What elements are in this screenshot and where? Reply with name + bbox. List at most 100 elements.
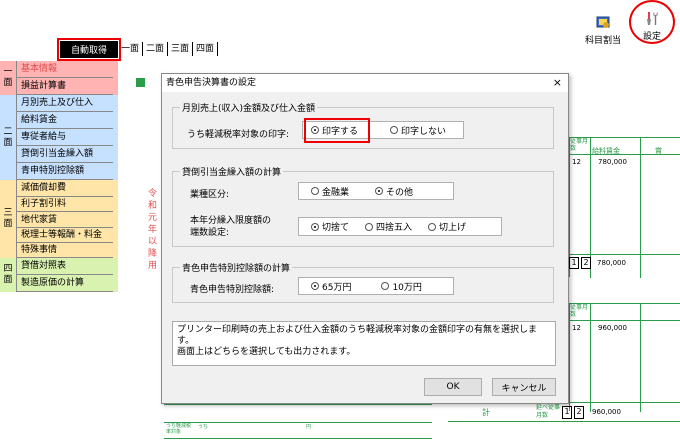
settings-dialog: 青色申告決算書の設定 × 月別売上(収入)金額及び仕入金額 うち軽減税率対象の印… xyxy=(161,73,569,404)
round-up-label: 切上げ xyxy=(439,223,467,233)
form-row4-box2: 2 xyxy=(574,406,584,419)
blue-deduction-options: 65万円 10万円 xyxy=(298,277,454,295)
nav-item-depreciation[interactable]: 減価償却費 xyxy=(17,180,113,197)
form-col-rule-4 xyxy=(640,304,641,412)
cancel-button[interactable]: キャンセル xyxy=(492,378,556,396)
form-row1-months: 12 xyxy=(572,158,581,166)
nav-group-3: 三面 減価償却費 利子割引料 地代家賃 税理士等報酬・料金 特殊事情 xyxy=(0,180,118,258)
round-half-label: 四捨五入 xyxy=(376,223,413,233)
deduction-65-radio[interactable]: 65万円 xyxy=(311,280,351,293)
nav-group-4-number: 四面 xyxy=(0,258,17,292)
form-header-rule-2 xyxy=(570,320,680,321)
round-up-radio-indicator xyxy=(428,222,437,231)
tab-page-2[interactable]: 二面 xyxy=(143,42,169,56)
form-bottom-label: うち xyxy=(198,424,209,430)
print-on-highlight xyxy=(304,118,370,143)
blue-deduction-label: 青色申告特別控除額: xyxy=(190,285,275,295)
form-row2-amount: 780,000 xyxy=(597,259,626,267)
form-right-table-2: 従事月数 12 960,000 xyxy=(569,303,680,412)
form-side-text: 令和元年以降用 xyxy=(148,189,158,271)
nav-item-salary[interactable]: 給料賃金 xyxy=(17,112,113,129)
group-bad-debt-label: 貸倒引当金繰入額の計算 xyxy=(180,165,284,178)
industry-type-label: 業種区分: xyxy=(190,190,230,200)
tab-page-3[interactable]: 三面 xyxy=(168,42,194,56)
form-total-label: 計 xyxy=(482,408,490,417)
group-monthly-sales-label: 月別売上(収入)金額及び仕入金額 xyxy=(180,101,318,114)
nav-group-2: 二面 月別売上及び仕入 給料賃金 専従者給与 貸倒引当金繰入額 青申特別控除額 xyxy=(0,95,118,180)
deduction-65-radio-indicator xyxy=(311,282,319,290)
form-right-total-1: 1 2 780,000 xyxy=(565,254,680,271)
subject-assign-label: 科目割当 xyxy=(584,36,621,46)
form-header-rule xyxy=(570,154,680,155)
form-bottom-rule-3 xyxy=(164,438,432,439)
form-row3-amount: 960,000 xyxy=(598,324,627,332)
industry-type-options: 金融業 その他 xyxy=(298,182,454,200)
close-icon[interactable]: × xyxy=(553,74,562,92)
nav-item-blue-deduction[interactable]: 青申特別控除額 xyxy=(17,163,113,180)
form-row2-box2: 2 xyxy=(581,257,591,269)
nav-item-balance-sheet[interactable]: 貸借対照表 xyxy=(17,258,113,275)
form-total-months-label: 延べ従事月数 xyxy=(536,404,561,419)
nav-item-rent[interactable]: 地代家賃 xyxy=(17,212,113,228)
nav-item-basic-info[interactable]: 基本情報 xyxy=(17,61,113,78)
deduction-10-label: 10万円 xyxy=(392,282,422,293)
rounding-label-line2: 端数設定: xyxy=(190,228,230,238)
settings-button[interactable]: 設定 xyxy=(629,0,675,44)
page-tabs: 一面 二面 三面 四面 xyxy=(118,42,219,56)
form-marker xyxy=(136,78,145,87)
nav-group-4: 四面 貸借対照表 製造原価の計算 xyxy=(0,258,118,292)
print-off-radio[interactable]: 印字しない xyxy=(390,124,446,137)
print-off-radio-indicator xyxy=(390,126,399,134)
form-right-total-2: 計 延べ従事月数 1 2 960,000 xyxy=(448,402,680,422)
round-down-radio[interactable]: 切捨て xyxy=(311,220,349,233)
tab-page-1[interactable]: 一面 xyxy=(118,42,144,56)
print-off-label: 印字しない xyxy=(401,126,447,137)
rounding-options: 切捨て 四捨五入 切上げ xyxy=(298,217,502,236)
nav-item-interest[interactable]: 利子割引料 xyxy=(17,196,113,212)
form-row1-amount: 780,000 xyxy=(598,158,627,166)
nav-item-income-statement[interactable]: 損益計算書 xyxy=(17,78,113,95)
round-half-radio-indicator xyxy=(365,222,374,231)
nav-group-3-number: 三面 xyxy=(0,180,17,258)
form-col-rule-3 xyxy=(590,304,591,412)
description-line-1: プリンター印刷時の売上および仕入金額のうち軽減税率対象の金額印字の有無を選択しま… xyxy=(177,325,538,346)
tab-page-4[interactable]: 四面 xyxy=(193,42,219,56)
other-industry-radio-indicator xyxy=(375,187,384,195)
form-bottom-small-label: うち軽減税率対象 xyxy=(166,423,192,435)
deduction-65-label: 65万円 xyxy=(322,282,352,293)
round-half-radio[interactable]: 四捨五入 xyxy=(365,220,412,233)
settings-label: 設定 xyxy=(642,32,661,42)
description-box: プリンター印刷時の売上および仕入金額のうち軽減税率対象の金額印字の有無を選択しま… xyxy=(172,321,556,366)
settings-icon xyxy=(647,12,658,25)
form-bottom-yen: 円 xyxy=(306,424,312,430)
subject-assign-icon xyxy=(596,16,610,28)
other-industry-radio[interactable]: その他 xyxy=(375,185,413,198)
form-col-months-header-2: 従事月数 xyxy=(570,304,589,318)
nav-group-2-number: 二面 xyxy=(0,95,17,180)
nav-item-monthly-sales[interactable]: 月別売上及び仕入 xyxy=(17,95,113,112)
nav-item-bad-debt[interactable]: 貸倒引当金繰入額 xyxy=(17,146,113,163)
other-industry-label: その他 xyxy=(386,187,414,198)
deduction-10-radio[interactable]: 10万円 xyxy=(381,280,422,293)
form-row4-box1: 1 xyxy=(562,406,572,419)
nav-item-tax-accountant-fees[interactable]: 税理士等報酬・料金 xyxy=(17,228,113,243)
round-down-label: 切捨て xyxy=(322,223,350,233)
description-line-2: 画面上はどちらを選択しても出力されます。 xyxy=(177,347,356,357)
financial-radio-indicator xyxy=(311,187,319,195)
form-row4-amount: 960,000 xyxy=(592,408,621,416)
financial-label: 金融業 xyxy=(322,187,350,198)
form-row2-box1: 1 xyxy=(569,257,579,269)
nav-item-manufacturing-cost[interactable]: 製造原価の計算 xyxy=(17,275,113,292)
ok-button[interactable]: OK xyxy=(424,378,482,396)
dialog-title: 青色申告決算書の設定 xyxy=(166,78,257,88)
financial-radio[interactable]: 金融業 xyxy=(311,185,349,198)
subject-assign-button[interactable]: 科目割当 xyxy=(581,2,625,46)
group-blue-deduction-label: 青色申告特別控除額の計算 xyxy=(180,261,293,274)
deduction-10-radio-indicator xyxy=(381,282,390,290)
nav-item-special-circumstances[interactable]: 特殊事情 xyxy=(17,243,113,258)
nav-group-1: 一面 基本情報 損益計算書 xyxy=(0,61,118,95)
nav-item-family-salary[interactable]: 専従者給与 xyxy=(17,129,113,146)
round-down-radio-indicator xyxy=(311,222,319,231)
round-up-radio[interactable]: 切上げ xyxy=(428,220,466,233)
auto-fetch-button[interactable]: 自動取得 xyxy=(60,41,118,58)
